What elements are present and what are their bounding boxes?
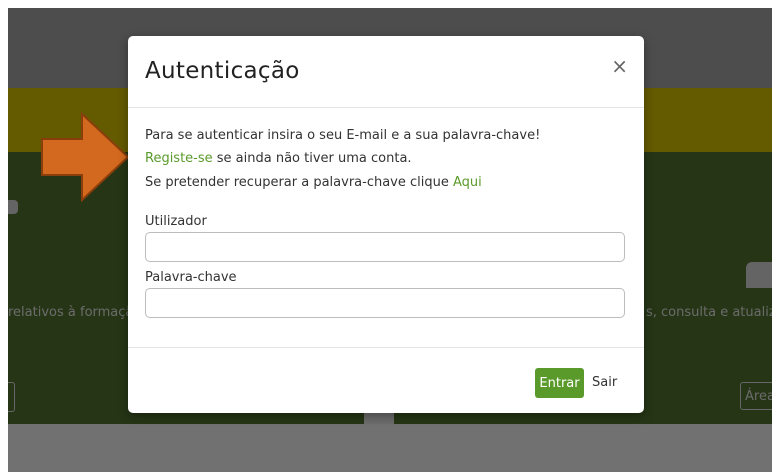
password-label: Palavra-chave [145,270,237,285]
recover-link[interactable]: Aqui [453,175,482,190]
register-link[interactable]: Registe-se [145,151,213,166]
username-input[interactable] [145,232,625,262]
recover-line: Se pretender recuperar a palavra-chave c… [145,175,482,190]
modal-title: Autenticação [145,58,300,84]
modal-body: Para se autenticar insira o seu E-mail e… [128,108,644,348]
password-input[interactable] [145,288,625,318]
close-icon[interactable]: × [611,56,628,76]
username-label: Utilizador [145,214,207,229]
login-modal: Autenticação × Para se autenticar insira… [128,36,644,413]
register-line: Registe-se se ainda não tiver uma conta. [145,151,412,166]
arrow-right-icon [41,112,130,202]
recover-prefix: Se pretender recuperar a palavra-chave c… [145,175,453,190]
submit-button[interactable]: Entrar [535,368,584,398]
modal-footer: Entrar Sair [128,348,644,414]
intro-text: Para se autenticar insira o seu E-mail e… [145,128,541,143]
register-suffix: se ainda não tiver uma conta. [212,151,412,166]
exit-button[interactable]: Sair [592,368,617,398]
modal-header: Autenticação × [128,36,644,108]
